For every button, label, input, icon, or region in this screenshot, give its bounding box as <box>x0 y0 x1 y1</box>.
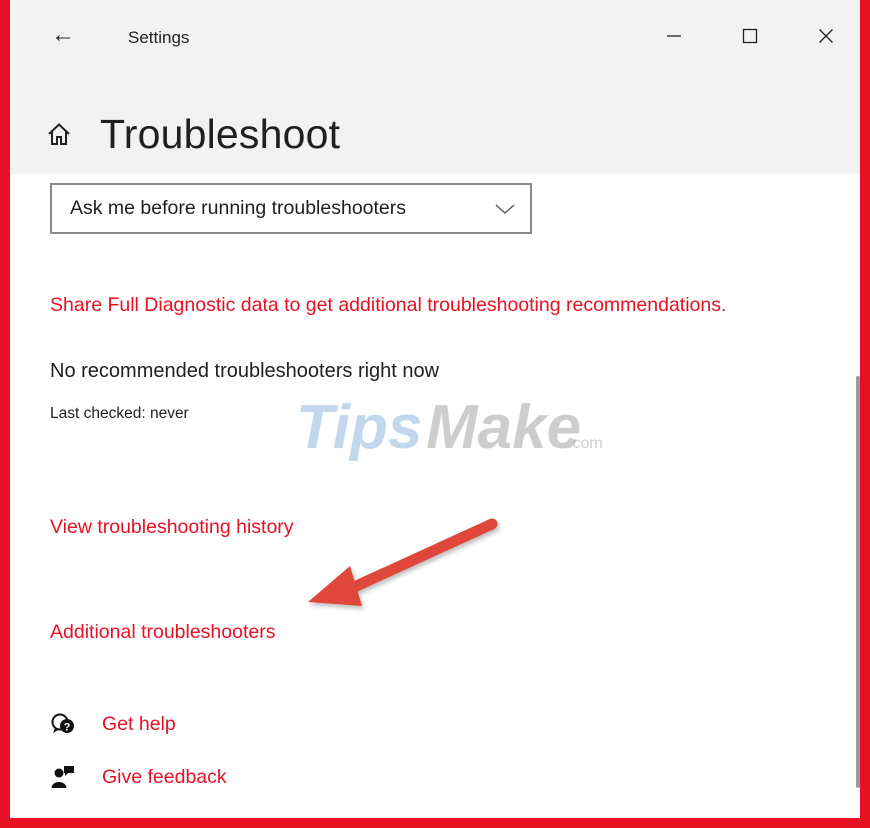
app-title: Settings <box>128 28 190 47</box>
give-feedback-link[interactable]: Give feedback <box>102 766 227 789</box>
page-title: Troubleshoot <box>100 110 341 157</box>
close-icon <box>819 29 833 43</box>
recommended-status: No recommended troubleshooters right now <box>50 360 440 382</box>
dropdown-selected-value: Ask me before running troubleshooters <box>70 197 407 219</box>
annotation-arrow <box>308 518 498 606</box>
last-checked-text: Last checked: never <box>50 405 189 422</box>
maximize-icon <box>742 28 758 44</box>
home-button[interactable] <box>46 120 74 148</box>
get-help-link[interactable]: Get help <box>102 713 176 736</box>
minimize-button[interactable] <box>646 14 702 58</box>
get-help-row[interactable]: ? Get help <box>48 708 176 740</box>
give-feedback-icon <box>48 762 78 792</box>
watermark-brand-b: Make <box>426 393 581 462</box>
title-bar: ← Settings <box>10 0 860 78</box>
share-diagnostic-data-link[interactable]: Share Full Diagnostic data to get additi… <box>50 290 750 321</box>
watermark-brand-a: Tips <box>296 393 422 462</box>
watermark-suffix: .com <box>568 435 603 452</box>
back-button[interactable]: ← <box>48 20 78 50</box>
close-button[interactable] <box>798 14 854 58</box>
additional-troubleshooters-link[interactable]: Additional troubleshooters <box>50 621 275 644</box>
minimize-icon <box>667 35 681 37</box>
page-heading: Troubleshoot <box>46 104 340 164</box>
maximize-button[interactable] <box>722 14 778 58</box>
back-arrow-icon: ← <box>51 21 75 48</box>
chevron-down-icon <box>495 204 515 214</box>
get-help-icon: ? <box>48 709 78 739</box>
view-troubleshooting-history-link[interactable]: View troubleshooting history <box>50 516 294 539</box>
vertical-scrollbar[interactable] <box>856 376 860 788</box>
troubleshoot-preference-dropdown[interactable]: Ask me before running troubleshooters <box>50 183 532 234</box>
home-icon <box>48 123 70 145</box>
svg-text:?: ? <box>64 722 71 734</box>
give-feedback-row[interactable]: Give feedback <box>48 761 227 793</box>
tipsmake-watermark: Tips Make .com <box>296 393 603 462</box>
settings-window: ← Settings Troubleshoot Ask me before ru… <box>0 0 870 828</box>
